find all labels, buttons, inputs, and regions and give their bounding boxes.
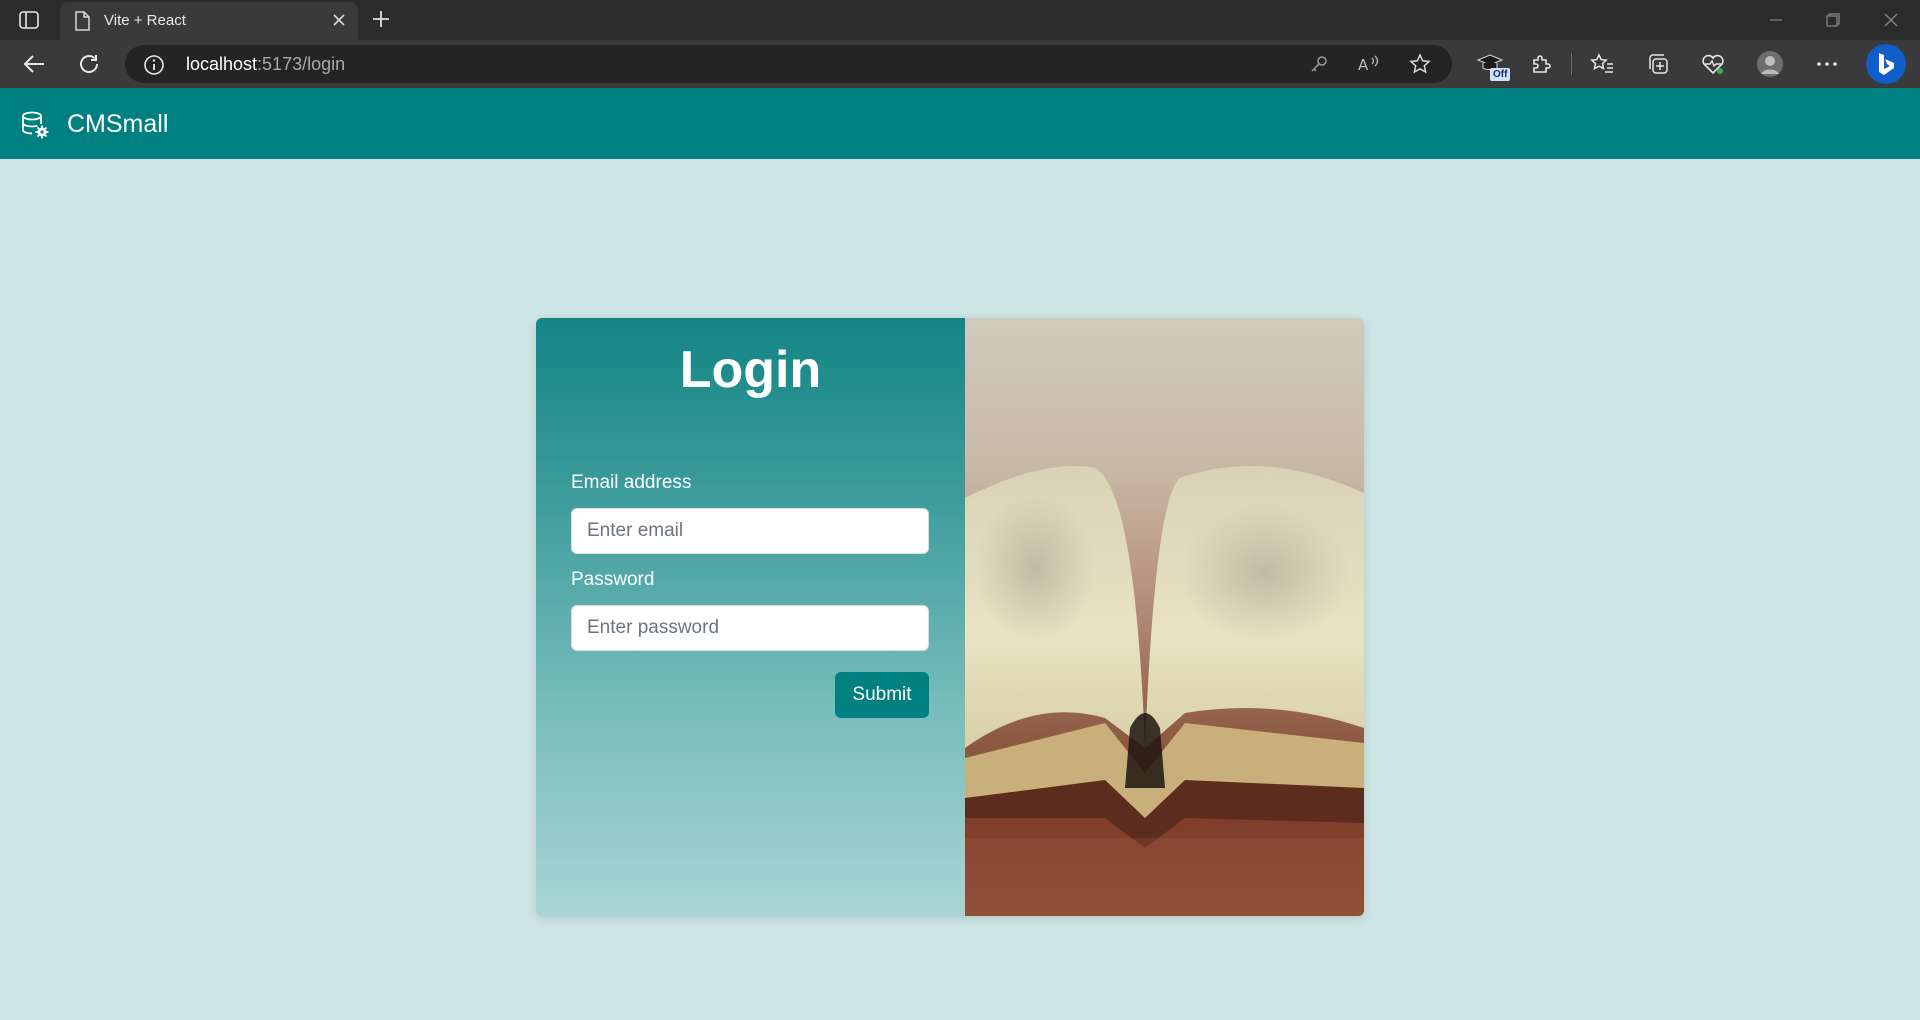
browser-essentials-heart-icon[interactable] [1697,50,1729,78]
login-form-panel: Login Email address Password Submit [536,318,965,916]
refresh-icon[interactable] [73,50,105,78]
extensions-puzzle-icon[interactable] [1525,50,1557,78]
svg-text:A: A [1358,56,1369,74]
database-gear-icon [21,111,49,144]
profile-avatar-icon[interactable] [1754,50,1786,78]
minimize-icon[interactable] [1756,6,1796,34]
browser-tab[interactable]: Vite + React [60,2,358,40]
email-label: Email address [571,472,692,493]
app-navbar: CMSmall [0,88,1920,159]
tab-title: Vite + React [104,12,186,29]
close-tab-icon[interactable] [330,11,348,34]
url-host: localhost [186,54,258,74]
page-icon [74,11,90,36]
password-label: Password [571,569,655,590]
extension-off-badge: Off [1490,68,1511,81]
back-arrow-icon[interactable] [18,50,50,78]
bing-copilot-icon[interactable] [1866,44,1906,84]
favorites-icon[interactable] [1586,50,1618,78]
password-input[interactable] [571,605,929,651]
open-book-image [965,318,1364,916]
login-heading: Login [679,341,822,399]
url-path: :5173/login [257,54,346,74]
submit-button[interactable]: Submit [835,672,929,718]
read-aloud-icon[interactable]: A [1357,53,1381,75]
tab-actions-icon[interactable] [14,9,44,31]
address-bar[interactable]: localhost:5173/login A [125,45,1452,83]
login-card: Login Email address Password Submit [536,318,1364,916]
toolbar-separator [1571,53,1572,75]
browser-toolbar: localhost:5173/login A Off [0,40,1920,88]
collections-icon[interactable] [1642,50,1674,78]
browser-tab-bar: Vite + React [0,0,1920,40]
site-info-icon[interactable] [143,54,165,81]
brand-name[interactable]: CMSmall [67,110,168,139]
favorite-star-icon[interactable] [1408,53,1432,75]
restore-icon[interactable] [1813,6,1853,34]
url-text[interactable]: localhost:5173/login [186,54,345,75]
new-tab-icon[interactable] [370,8,392,35]
more-options-icon[interactable] [1811,50,1843,78]
key-icon[interactable] [1307,53,1331,75]
email-input[interactable] [571,508,929,554]
close-window-icon[interactable] [1871,6,1911,34]
